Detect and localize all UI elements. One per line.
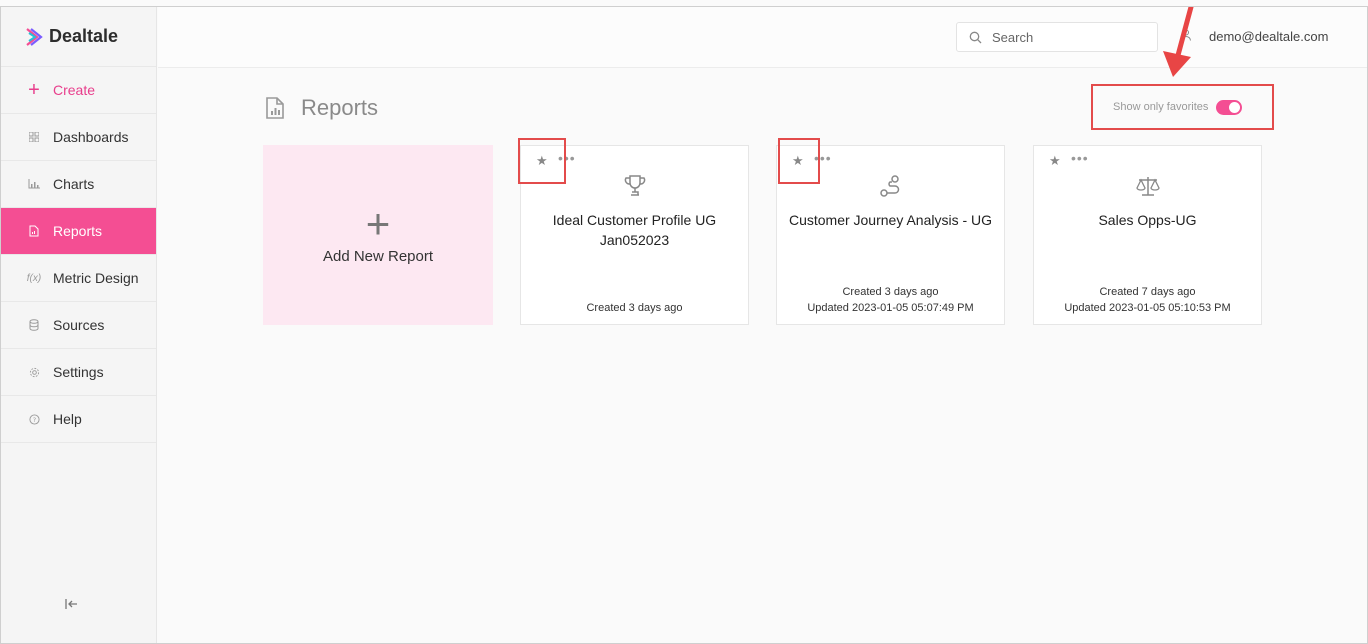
- report-title: Ideal Customer Profile UG Jan052023: [552, 212, 717, 248]
- user-email[interactable]: demo@dealtale.com: [1209, 29, 1328, 44]
- help-icon: ?: [27, 412, 41, 426]
- search-icon: [969, 31, 982, 43]
- report-updated: Updated 2023-01-05 05:10:53 PM: [1064, 302, 1231, 314]
- dealtale-logo-icon: [26, 27, 43, 46]
- sidebar-item-dashboards[interactable]: Dashboards: [1, 114, 156, 161]
- report-title: Customer Journey Analysis - UG: [788, 212, 993, 228]
- sidebar-item-label: Reports: [53, 223, 103, 239]
- scale-icon: [1034, 174, 1261, 203]
- sidebar-item-help[interactable]: ? Help: [1, 396, 156, 443]
- report-meta: Created 3 days ago Updated 2023-01-05 05…: [777, 284, 1004, 316]
- highlight-box: [778, 138, 820, 184]
- brand[interactable]: Dealtale: [1, 7, 156, 67]
- sidebar-item-sources[interactable]: Sources: [1, 302, 156, 349]
- report-file-icon: [27, 224, 41, 238]
- search-box[interactable]: [956, 22, 1158, 52]
- brand-name: Dealtale: [49, 26, 119, 46]
- report-created: Created 3 days ago: [586, 302, 683, 314]
- report-created: Created 7 days ago: [1099, 286, 1196, 298]
- sidebar-item-label: Help: [53, 411, 82, 427]
- star-icon[interactable]: ★: [1049, 153, 1061, 169]
- plus-icon: +: [28, 78, 40, 101]
- sidebar: Dealtale + Create Dashboards Charts Repo…: [1, 7, 157, 643]
- grid-icon: [27, 130, 41, 144]
- sidebar-item-label: Settings: [53, 364, 104, 380]
- plus-icon: +: [365, 199, 391, 247]
- favorites-toggle[interactable]: [1216, 99, 1243, 115]
- sidebar-item-label: Sources: [53, 317, 105, 333]
- sidebar-item-reports[interactable]: Reports: [1, 208, 156, 255]
- add-new-report-card[interactable]: + Add New Report: [263, 145, 493, 325]
- sidebar-item-label: Charts: [53, 176, 95, 192]
- annotation-arrow-icon: [1163, 7, 1194, 77]
- report-file-icon: [266, 97, 284, 119]
- report-title: Sales Opps-UG: [1098, 212, 1197, 228]
- report-meta: Created 7 days ago Updated 2023-01-05 05…: [1034, 284, 1261, 316]
- search-input[interactable]: [992, 29, 1142, 45]
- sidebar-item-settings[interactable]: Settings: [1, 349, 156, 396]
- favorites-filter: Show only favorites: [1091, 84, 1274, 130]
- report-updated: Updated 2023-01-05 05:07:49 PM: [807, 302, 974, 314]
- page-title-text: Reports: [301, 95, 379, 120]
- sidebar-item-label: Create: [53, 82, 96, 98]
- gear-icon: [27, 365, 41, 379]
- sidebar-item-create[interactable]: + Create: [1, 67, 156, 114]
- sidebar-item-label: Metric Design: [53, 270, 139, 286]
- add-new-report-label: Add New Report: [322, 247, 434, 265]
- report-meta: Created 3 days ago: [521, 300, 748, 316]
- sidebar-item-metric-design[interactable]: f(x) Metric Design: [1, 255, 156, 302]
- svg-text:?: ?: [32, 415, 35, 423]
- highlight-box: [518, 138, 566, 184]
- sidebar-item-charts[interactable]: Charts: [1, 161, 156, 208]
- collapse-left-icon[interactable]: [65, 597, 79, 613]
- database-icon: [27, 318, 41, 332]
- function-icon: f(x): [26, 272, 42, 284]
- app-window: Dealtale + Create Dashboards Charts Repo…: [0, 6, 1368, 644]
- sidebar-item-label: Dashboards: [53, 129, 129, 145]
- report-created: Created 3 days ago: [842, 286, 939, 298]
- report-card[interactable]: ★ ••• Sales Opps-UG Created 7 days ago U…: [1033, 145, 1262, 325]
- more-options-icon[interactable]: •••: [1071, 150, 1089, 166]
- bar-chart-icon: [27, 177, 41, 191]
- favorites-label: Show only favorites: [1113, 101, 1209, 113]
- page-title: Reports: [265, 95, 378, 121]
